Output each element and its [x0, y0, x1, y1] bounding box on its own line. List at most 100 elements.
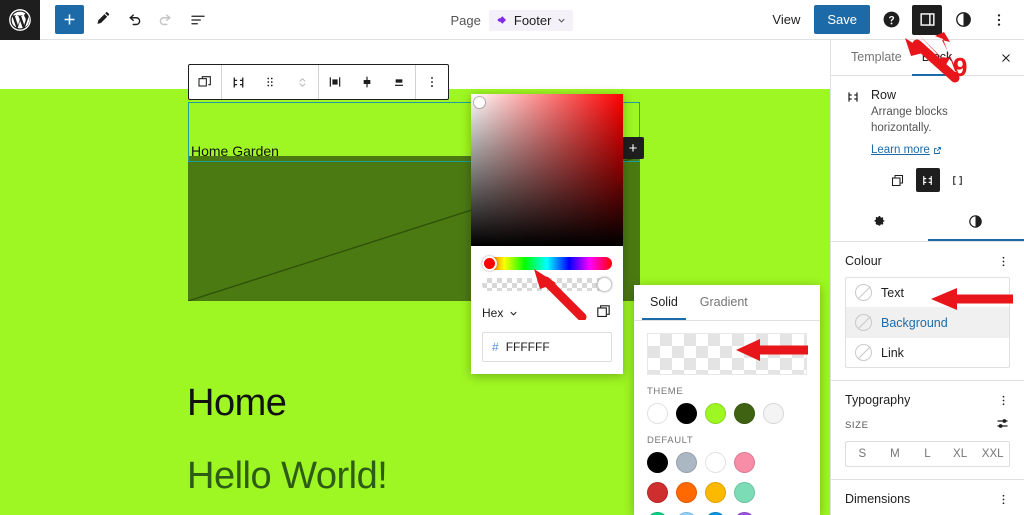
size-option-l[interactable]: L — [911, 442, 944, 466]
saturation-value-area[interactable] — [471, 94, 623, 246]
tools-button[interactable] — [88, 6, 116, 34]
close-x-icon[interactable] — [994, 46, 1018, 70]
default-swatch[interactable] — [734, 452, 755, 473]
default-swatch[interactable] — [734, 482, 755, 503]
block-options-three-dots-icon[interactable] — [416, 65, 448, 99]
block-info-text: Row Arrange blocks horizontally. Learn m… — [871, 88, 1010, 156]
undo-arrow-icon — [129, 13, 141, 25]
tab-template[interactable]: Template — [841, 40, 912, 76]
text-color-row[interactable]: Text — [846, 278, 1009, 309]
hue-slider[interactable] — [482, 256, 612, 271]
text-color-swatch — [855, 284, 872, 302]
undo-button[interactable] — [120, 6, 148, 34]
help-circle-icon[interactable] — [876, 5, 906, 35]
three-dots-vertical-icon[interactable] — [997, 255, 1010, 268]
colour-panel-header: Colour — [845, 254, 1010, 268]
view-button[interactable]: View — [764, 6, 808, 33]
size-option-xxl[interactable]: XXL — [976, 442, 1009, 466]
top-bar-left-tools — [40, 5, 212, 34]
theme-swatch[interactable] — [647, 403, 668, 424]
colour-panel-title: Colour — [845, 254, 882, 269]
stack-icon[interactable] — [886, 168, 910, 192]
default-swatch[interactable] — [676, 452, 697, 473]
list-view-icon — [191, 15, 205, 24]
theme-swatch[interactable] — [763, 403, 784, 424]
alpha-slider-handle[interactable] — [597, 277, 612, 292]
drag-handle-icon[interactable] — [254, 65, 286, 99]
pencil-icon — [96, 12, 109, 24]
grid-icon[interactable] — [946, 168, 970, 192]
dimensions-panel-header: Dimensions — [845, 492, 1010, 506]
document-name: Footer — [513, 12, 552, 28]
settings-sidebar: Template Block Row Arrange blocks horizo… — [830, 40, 1024, 515]
typography-panel-title: Typography — [845, 393, 911, 408]
document-type-label: Page — [450, 12, 481, 28]
link-color-row[interactable]: Link — [846, 338, 1009, 367]
heading-hello-world[interactable]: Hello World! — [187, 455, 388, 498]
default-swatch[interactable] — [705, 452, 726, 473]
background-color-swatch — [855, 314, 872, 332]
redo-button[interactable] — [152, 6, 180, 34]
block-toolbar-parent-group — [189, 65, 221, 99]
background-color-row[interactable]: Background — [846, 308, 1009, 339]
font-size-selector: S M L XL XXL — [845, 441, 1010, 468]
align-center-icon[interactable] — [351, 65, 383, 99]
colour-panel: Colour Text Background Link — [831, 242, 1024, 382]
chevron-down-icon — [558, 18, 566, 23]
tab-solid[interactable]: Solid — [642, 285, 686, 320]
color-picker-popover: Hex # FFFFFF — [471, 94, 623, 374]
settings-tab[interactable] — [831, 204, 928, 241]
alpha-slider[interactable] — [482, 277, 612, 292]
sidebar-tabs: Template Block — [831, 40, 1024, 76]
default-swatch[interactable] — [676, 482, 697, 503]
row-block-icon[interactable] — [222, 65, 254, 99]
picker-sliders — [471, 246, 623, 292]
tab-gradient[interactable]: Gradient — [692, 285, 756, 320]
sliders-icon[interactable] — [995, 416, 1010, 434]
theme-swatch[interactable] — [676, 403, 697, 424]
copy-icon[interactable] — [595, 303, 612, 323]
move-up-down-icon[interactable] — [286, 65, 318, 99]
hue-slider-handle[interactable] — [482, 256, 497, 271]
text-color-label: Text — [881, 285, 904, 300]
theme-swatches — [634, 403, 820, 424]
list-view-button[interactable] — [184, 6, 212, 34]
align-left-icon[interactable] — [319, 65, 351, 99]
learn-more-link[interactable]: Learn more — [871, 144, 942, 156]
theme-swatch[interactable] — [734, 403, 755, 424]
row-block-text: Home Garden — [191, 143, 279, 159]
footer-diamond-icon — [497, 16, 506, 24]
default-swatch[interactable] — [705, 482, 726, 503]
styles-tab[interactable] — [927, 204, 1024, 242]
theme-swatch[interactable] — [705, 403, 726, 424]
hex-input-field[interactable]: # FFFFFF — [482, 332, 612, 362]
settings-sidebar-icon[interactable] — [912, 4, 942, 35]
palette-tabs: Solid Gradient — [634, 285, 820, 321]
save-button[interactable]: Save — [814, 5, 870, 34]
default-swatch[interactable] — [647, 452, 668, 473]
parent-block-icon[interactable] — [189, 65, 221, 99]
half-circle-styles-icon[interactable] — [948, 5, 978, 35]
size-option-s[interactable]: S — [846, 442, 879, 466]
align-bottom-icon[interactable] — [383, 65, 415, 99]
default-swatches — [634, 452, 794, 515]
row-block-icon — [845, 88, 861, 156]
size-option-m[interactable]: M — [879, 442, 912, 466]
row-icon[interactable] — [915, 168, 940, 193]
dimensions-panel-title: Dimensions — [845, 492, 911, 507]
link-color-swatch — [855, 344, 872, 362]
three-dots-vertical-icon[interactable] — [997, 493, 1010, 506]
three-dots-vertical-icon[interactable] — [997, 394, 1010, 407]
three-dots-vertical-icon[interactable] — [984, 5, 1014, 35]
color-format-select[interactable]: Hex — [482, 306, 519, 320]
block-appender-plus-icon[interactable]: + — [622, 137, 644, 159]
wordpress-icon[interactable] — [0, 0, 40, 40]
size-option-xl[interactable]: XL — [944, 442, 977, 466]
transparent-preview[interactable] — [647, 333, 807, 375]
saturation-handle[interactable] — [474, 97, 485, 108]
block-inserter-button[interactable] — [55, 5, 84, 34]
chevron-down-icon — [510, 311, 517, 316]
document-name-chip[interactable]: Footer — [488, 9, 574, 31]
heading-home[interactable]: Home — [187, 382, 287, 425]
default-swatch[interactable] — [647, 482, 668, 503]
